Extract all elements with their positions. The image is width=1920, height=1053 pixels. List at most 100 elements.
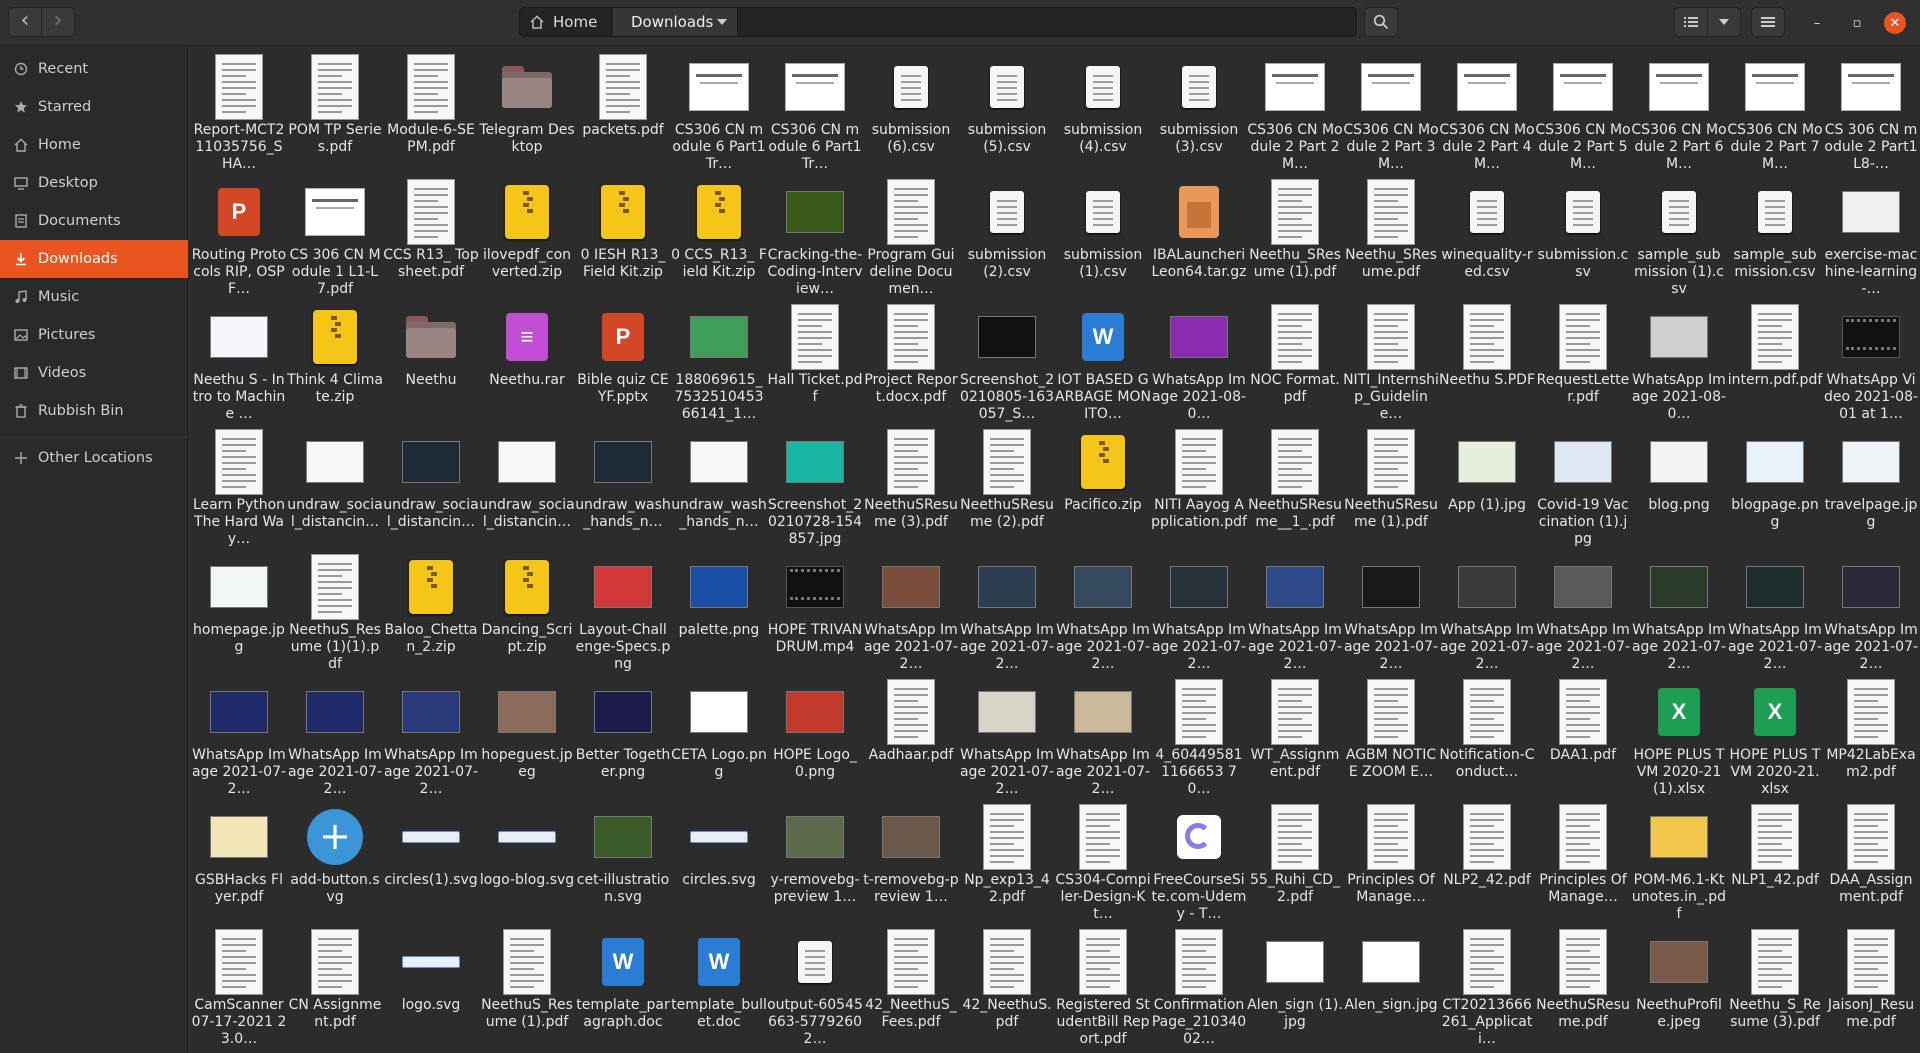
file-item[interactable]: logo-blog.svg [479,800,575,925]
file-item[interactable]: y-removebg-preview 1… [767,800,863,925]
file-item[interactable]: CCS R13_ Topsheet.pdf [383,175,479,300]
file-item[interactable]: HOPE TRIVANDRUM.mp4 [767,550,863,675]
file-item[interactable]: 55_Ruhi_CD_2.pdf [1247,800,1343,925]
file-item[interactable]: Neethu S.PDF [1439,300,1535,425]
file-item[interactable]: WhatsApp Image 2021-07-2… [383,675,479,800]
file-item[interactable]: NeethuProfile.jpeg [1631,925,1727,1050]
file-item[interactable]: travelpage.jpg [1823,425,1919,550]
file-item[interactable]: CS 306 CN Module 1 L1-L7.pdf [287,175,383,300]
file-item[interactable]: Neethu [383,300,479,425]
forward-button[interactable]: › [41,7,75,37]
file-item[interactable]: CS306 CN Module 2 Part 7 M… [1727,50,1823,175]
file-item[interactable]: Telegram Desktop [479,50,575,175]
file-item[interactable]: exercise-machine-learning-… [1823,175,1919,300]
file-item[interactable]: WhatsApp Image 2021-07-2… [1727,550,1823,675]
file-item[interactable]: WhatsApp Image 2021-08-0… [1151,300,1247,425]
sidebar-item-rubbish-bin[interactable]: Rubbish Bin [0,392,188,430]
file-item[interactable]: hopeguest.jpeg [479,675,575,800]
breadcrumb-home[interactable]: Home [520,8,612,36]
file-item[interactable]: WhatsApp Image 2021-07-2… [1247,550,1343,675]
file-item[interactable]: CS306 CN Module 2 Part 5 M… [1535,50,1631,175]
maximize-button[interactable]: ▫ [1846,12,1868,34]
file-item[interactable]: POM-M6.1-Ktunotes.in_.pdf [1631,800,1727,925]
file-item[interactable]: NITI Aayog Application.pdf [1151,425,1247,550]
file-item[interactable]: Aadhaar.pdf [863,675,959,800]
file-item[interactable]: t-removebg-preview 1… [863,800,959,925]
sidebar-item-desktop[interactable]: Desktop [0,164,188,202]
file-item[interactable]: Baloo_Chettan_2.zip [383,550,479,675]
file-item[interactable]: Neethu S - Intro to Machine … [191,300,287,425]
file-item[interactable]: Alen_sign (1).jpg [1247,925,1343,1050]
file-item[interactable]: WhatsApp Image 2021-07-2… [191,675,287,800]
file-item[interactable]: WhatsApp Image 2021-07-2… [863,550,959,675]
file-item[interactable]: WT_Assignment.pdf [1247,675,1343,800]
file-item[interactable]: WhatsApp Image 2021-07-2… [1631,550,1727,675]
file-item[interactable]: Screenshot_20210728-154857.jpg [767,425,863,550]
file-item[interactable]: Neethu_SResume.pdf [1343,175,1439,300]
file-item[interactable]: WhatsApp Image 2021-07-2… [1535,550,1631,675]
file-item[interactable]: WhatsApp Video 2021-08-01 at 1… [1823,300,1919,425]
file-item[interactable]: Report-MCT211035756_SHA… [191,50,287,175]
breadcrumb-downloads[interactable]: Downloads [613,8,738,36]
file-item[interactable]: WhatsApp Image 2021-07-2… [1055,550,1151,675]
file-item[interactable]: Better Together.png [575,675,671,800]
file-item[interactable]: sample_submission.csv [1727,175,1823,300]
sidebar-item-music[interactable]: Music [0,278,188,316]
file-item[interactable]: CT20213666261_Applicati… [1439,925,1535,1050]
file-item[interactable]: Pacifico.zip [1055,425,1151,550]
file-item[interactable]: Cracking-the-Coding-Interview… [767,175,863,300]
file-item[interactable]: NLP2_42.pdf [1439,800,1535,925]
file-item[interactable]: 0 CCS_R13_ Field Kit.zip [671,175,767,300]
file-item[interactable]: submission (5).csv [959,50,1055,175]
list-view-button[interactable] [1674,7,1708,37]
file-item[interactable]: undraw_social_distancin… [479,425,575,550]
file-item[interactable]: JaisonJ_Resume.pdf [1823,925,1919,1050]
file-item[interactable]: WhatsApp Image 2021-07-2… [1823,550,1919,675]
sidebar-item-other-locations[interactable]: Other Locations [0,439,188,477]
file-item[interactable]: X HOPE PLUS TVM 2020-21.xlsx [1727,675,1823,800]
file-item[interactable]: sample_submission (1).csv [1631,175,1727,300]
file-item[interactable]: CS306 CN Module 2 Part 6 M… [1631,50,1727,175]
file-item[interactable]: undraw_social_distancin… [383,425,479,550]
file-item[interactable]: NeethuSResume (2).pdf [959,425,1055,550]
file-item[interactable]: Learn Python The Hard Way… [191,425,287,550]
file-item[interactable]: CamScanner 07-17-2021 23.0… [191,925,287,1050]
file-item[interactable]: Np_exp13_42.pdf [959,800,1055,925]
sidebar-item-home[interactable]: Home [0,126,188,164]
file-item[interactable]: Registered StudentBill Report.pdf [1055,925,1151,1050]
file-item[interactable]: 4_604495811166653 70… [1151,675,1247,800]
file-item[interactable]: Principles Of Manage… [1343,800,1439,925]
file-item[interactable]: blogpage.png [1727,425,1823,550]
file-item[interactable]: 0 IESH R13_ Field Kit.zip [575,175,671,300]
file-item[interactable]: submission.csv [1535,175,1631,300]
file-item[interactable]: submission (6).csv [863,50,959,175]
file-item[interactable]: CN Assignment.pdf [287,925,383,1050]
file-item[interactable]: + add-button.svg [287,800,383,925]
file-item[interactable]: submission (4).csv [1055,50,1151,175]
file-item[interactable]: Notification-Conduct… [1439,675,1535,800]
file-item[interactable]: CS 306 CN module 2 Part1 L8-… [1823,50,1919,175]
file-item[interactable]: WhatsApp Image 2021-07-2… [1055,675,1151,800]
file-item[interactable]: Layout-Challenge-Specs.png [575,550,671,675]
file-item[interactable]: RequestLetter.pdf [1535,300,1631,425]
file-item[interactable]: intern.pdf.pdf [1727,300,1823,425]
file-item[interactable]: cet-illustration.svg [575,800,671,925]
file-item[interactable]: Principles Of Manage… [1535,800,1631,925]
file-item[interactable]: WhatsApp Image 2021-07-2… [1439,550,1535,675]
file-item[interactable]: CS306 CN Module 2 Part 4 M… [1439,50,1535,175]
main-menu-button[interactable] [1751,7,1785,37]
file-item[interactable]: NeethuSResume__1_.pdf [1247,425,1343,550]
file-item[interactable]: undraw_social_distancin… [287,425,383,550]
file-item[interactable]: WhatsApp Image 2021-07-2… [959,550,1055,675]
back-button[interactable]: ‹ [8,7,42,37]
file-item[interactable]: MP42LabExam2.pdf [1823,675,1919,800]
file-item[interactable]: NeethuSResume (1).pdf [1343,425,1439,550]
file-item[interactable]: CS306 CN module 6 Part1 Tr… [671,50,767,175]
file-item[interactable]: CS304-Compiler-Design-Kt… [1055,800,1151,925]
file-item[interactable]: AGBM NOTICE ZOOM E… [1343,675,1439,800]
file-item[interactable]: X HOPE PLUS TVM 2020-21 (1).xlsx [1631,675,1727,800]
file-item[interactable]: submission (1).csv [1055,175,1151,300]
file-item[interactable]: GSBHacks Flyer.pdf [191,800,287,925]
file-item[interactable]: POM TP Series.pdf [287,50,383,175]
close-button[interactable]: ✕ [1884,12,1906,34]
